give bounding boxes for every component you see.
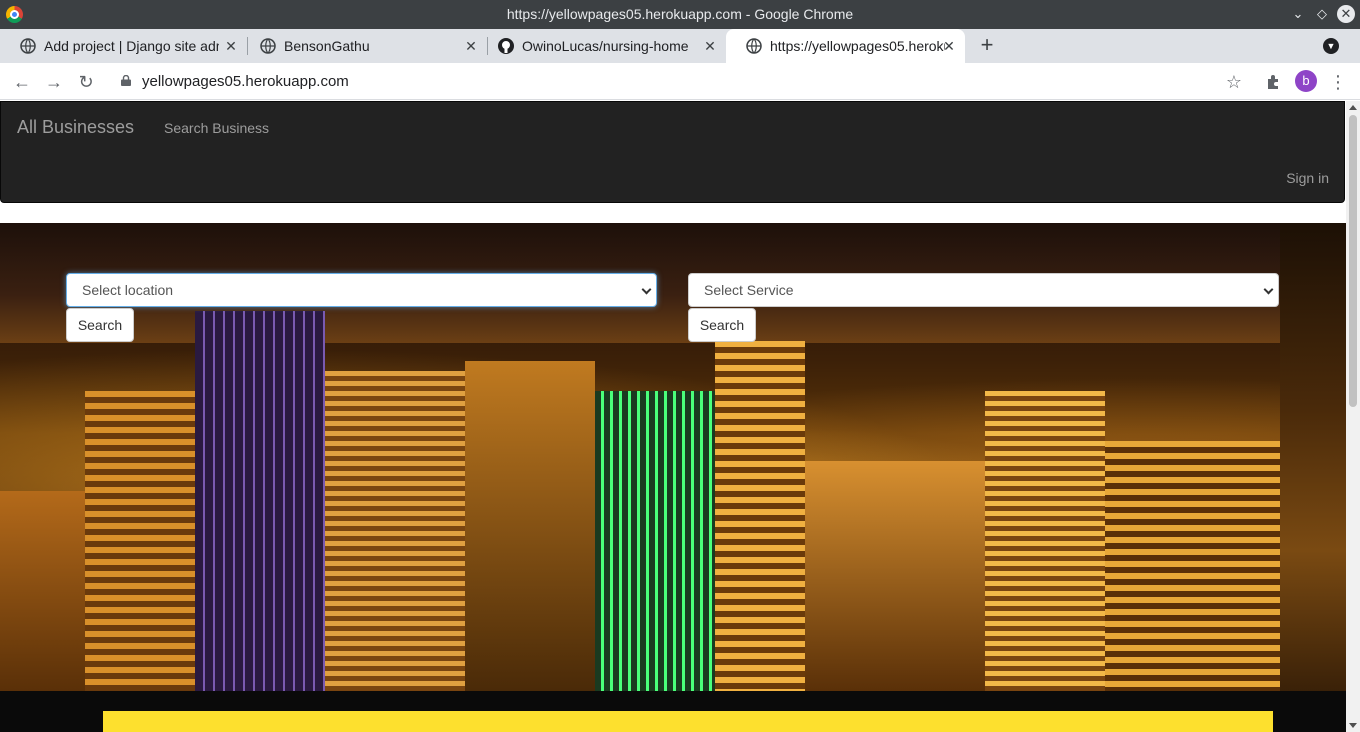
window-title: https://yellowpages05.herokuapp.com - Go… <box>506 6 854 22</box>
tab-bensongathu[interactable]: BensonGathu ✕ <box>240 29 487 63</box>
globe-icon <box>260 38 276 54</box>
hero-right-strip <box>1280 223 1346 691</box>
building <box>805 461 985 691</box>
service-select[interactable]: Select Service <box>688 273 1279 307</box>
tab-django-admin[interactable]: Add project | Django site adm ✕ <box>0 29 247 63</box>
site-navbar: All Businesses Search Business Sign in <box>0 101 1345 203</box>
tab-strip: Add project | Django site adm ✕ BensonGa… <box>0 29 1360 63</box>
building <box>1105 441 1280 691</box>
building <box>195 311 325 691</box>
back-icon[interactable]: ← <box>11 71 33 93</box>
navbar-brand[interactable]: All Businesses <box>17 117 134 138</box>
chevron-down-icon <box>641 284 652 295</box>
service-select-value: Select Service <box>704 282 794 298</box>
tab-label: https://yellowpages05.heroku <box>770 38 945 54</box>
tab-label: BensonGathu <box>284 38 370 54</box>
tab-label: Add project | Django site adm <box>44 38 219 54</box>
forward-icon[interactable]: → <box>43 71 65 93</box>
bookmark-star-icon[interactable]: ☆ <box>1223 71 1245 93</box>
building <box>0 491 90 691</box>
page-scrollbar[interactable] <box>1346 101 1360 732</box>
tab-label: OwinoLucas/nursing-home <box>522 38 689 54</box>
tab-yellowpages-active[interactable]: https://yellowpages05.heroku ✕ <box>726 29 965 63</box>
hero-city-image: Select location Search Select Service Se… <box>0 223 1346 691</box>
tab-search-icon[interactable]: ▼ <box>1323 38 1339 54</box>
minimize-icon[interactable]: ⌄ <box>1289 5 1307 23</box>
nav-link-search-business[interactable]: Search Business <box>164 120 269 136</box>
menu-kebab-icon[interactable]: ⋮ <box>1327 71 1349 93</box>
location-select[interactable]: Select location <box>66 273 657 307</box>
lock-icon <box>121 75 131 86</box>
browser-toolbar: ← → ↻ yellowpages05.herokuapp.com ☆ b ⋮ <box>0 63 1360 100</box>
page-viewport: All Businesses Search Business Sign in S… <box>0 101 1346 732</box>
profile-avatar[interactable]: b <box>1295 70 1317 92</box>
sign-in-link[interactable]: Sign in <box>1286 170 1329 186</box>
search-location-button[interactable]: Search <box>66 308 134 342</box>
github-icon <box>498 38 514 54</box>
building <box>595 391 715 691</box>
building <box>465 361 595 691</box>
tab-close-icon[interactable]: ✕ <box>223 38 239 54</box>
building <box>985 391 1105 691</box>
maximize-icon[interactable]: ◇ <box>1313 5 1331 23</box>
reload-icon[interactable]: ↻ <box>75 71 97 93</box>
location-select-value: Select location <box>82 282 174 298</box>
search-service-button[interactable]: Search <box>688 308 756 342</box>
window-titlebar: https://yellowpages05.herokuapp.com - Go… <box>0 0 1360 29</box>
extensions-icon[interactable] <box>1262 71 1284 93</box>
yellow-banner <box>103 711 1273 732</box>
tab-close-icon[interactable]: ✕ <box>941 38 957 54</box>
scroll-down-arrow-icon[interactable] <box>1349 723 1357 728</box>
tab-github-nursing-home[interactable]: OwinoLucas/nursing-home ✕ <box>478 29 726 63</box>
address-bar[interactable]: yellowpages05.herokuapp.com <box>142 73 349 90</box>
globe-icon <box>20 38 36 54</box>
close-window-icon[interactable]: ✕ <box>1337 5 1355 23</box>
scrollbar-thumb[interactable] <box>1349 115 1357 407</box>
scroll-up-arrow-icon[interactable] <box>1349 105 1357 110</box>
chevron-down-icon <box>1263 284 1274 295</box>
new-tab-icon[interactable]: + <box>976 34 998 56</box>
building <box>325 371 465 691</box>
building <box>715 341 805 691</box>
tab-close-icon[interactable]: ✕ <box>702 38 718 54</box>
building <box>85 391 195 691</box>
tab-close-icon[interactable]: ✕ <box>463 38 479 54</box>
globe-icon <box>746 38 762 54</box>
